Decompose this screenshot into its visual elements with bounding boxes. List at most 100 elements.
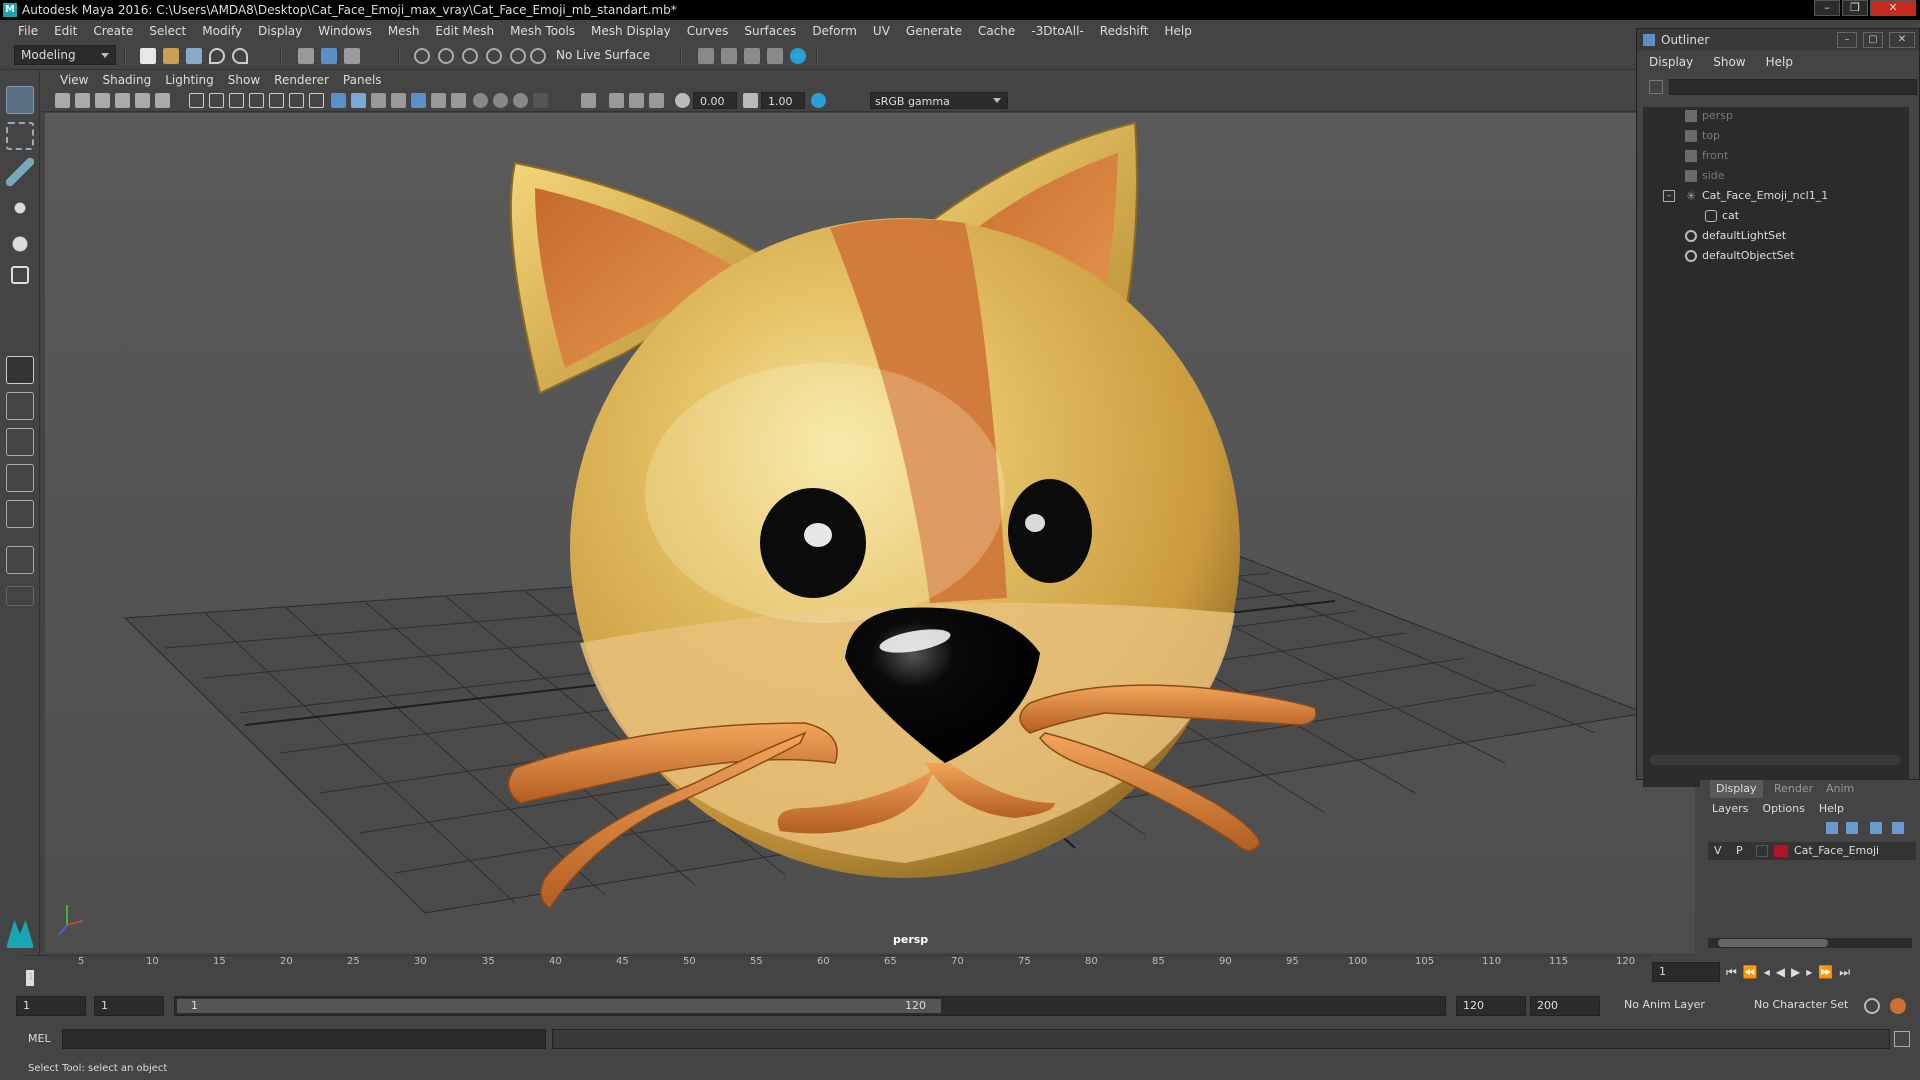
anim-layer-select[interactable]: No Anim Layer: [1618, 996, 1738, 1016]
layer-playback-toggle[interactable]: P: [1736, 842, 1743, 860]
four-view-layout-icon[interactable]: [6, 392, 34, 420]
wireframe-icon[interactable]: [331, 93, 346, 108]
wireframe-on-shaded-icon[interactable]: [391, 93, 406, 108]
outliner-close-button[interactable]: ✕: [1889, 32, 1915, 48]
step-back-key-icon[interactable]: ⏪: [1743, 965, 1758, 979]
outliner-menu-display[interactable]: Display: [1649, 55, 1713, 73]
textured-icon[interactable]: [411, 93, 426, 108]
use-default-material-icon[interactable]: [371, 93, 386, 108]
outliner-item-cat[interactable]: cat: [1705, 207, 1739, 225]
new-layer-icon[interactable]: [1870, 822, 1882, 834]
step-forward-frame-icon[interactable]: ▸: [1806, 965, 1812, 979]
new-scene-icon[interactable]: [140, 48, 156, 64]
menu-mesh[interactable]: Mesh: [380, 24, 428, 38]
hypershade-icon[interactable]: [790, 48, 806, 64]
maximize-button[interactable]: ❐: [1842, 0, 1868, 16]
menu-mesh-display[interactable]: Mesh Display: [583, 24, 679, 38]
outliner-persp-layout-icon[interactable]: [6, 546, 34, 574]
scale-tool-icon[interactable]: [11, 266, 29, 284]
play-forwards-icon[interactable]: ▶: [1791, 965, 1800, 979]
2d-pan-zoom-icon[interactable]: [135, 93, 150, 108]
move-tool-icon[interactable]: [6, 194, 34, 222]
snap-grid-icon[interactable]: [414, 48, 430, 64]
menu-select[interactable]: Select: [141, 24, 194, 38]
outliner-minimize-button[interactable]: –: [1837, 32, 1857, 48]
command-input[interactable]: [62, 1029, 546, 1049]
resolution-gate-icon[interactable]: [229, 93, 244, 108]
outliner-item-defaultlightset[interactable]: defaultLightSet: [1685, 227, 1786, 245]
panel-menu-panels[interactable]: Panels: [336, 73, 389, 87]
ipr-render-icon[interactable]: [744, 48, 760, 64]
outliner-item-top[interactable]: top: [1685, 127, 1720, 145]
rotate-tool-icon[interactable]: [6, 230, 34, 258]
outliner-item-group[interactable]: ✳ Cat_Face_Emoji_ncl1_1: [1685, 187, 1828, 205]
select-object-icon[interactable]: [321, 48, 337, 64]
perspective-viewport[interactable]: persp: [45, 113, 1695, 953]
single-perspective-layout-icon[interactable]: [6, 356, 34, 384]
outliner-menu-help[interactable]: Help: [1766, 55, 1813, 73]
film-gate-icon[interactable]: [209, 93, 224, 108]
use-all-lights-icon[interactable]: [431, 93, 446, 108]
motion-blur-icon[interactable]: [493, 93, 508, 108]
open-scene-icon[interactable]: [163, 48, 179, 64]
exposure-field[interactable]: 0.00: [693, 92, 737, 109]
layer-menu-options[interactable]: Options: [1762, 802, 1804, 815]
outliner-item-front[interactable]: front: [1685, 147, 1728, 165]
outliner-menu-show[interactable]: Show: [1713, 55, 1765, 73]
menu-edit-mesh[interactable]: Edit Mesh: [427, 24, 502, 38]
snap-point-icon[interactable]: [462, 48, 478, 64]
depth-of-field-icon[interactable]: [533, 93, 548, 108]
go-to-start-icon[interactable]: ⏮: [1726, 965, 1737, 980]
step-forward-key-icon[interactable]: ⏩: [1818, 965, 1833, 979]
image-plane-icon[interactable]: [115, 93, 130, 108]
current-frame-field[interactable]: 1: [1652, 962, 1720, 982]
field-chart-icon[interactable]: [269, 93, 284, 108]
menu-surfaces[interactable]: Surfaces: [736, 24, 804, 38]
menu-uv[interactable]: UV: [865, 24, 898, 38]
outliner-horizontal-scrollbar[interactable]: [1649, 755, 1901, 765]
outliner-item-side[interactable]: side: [1685, 167, 1725, 185]
render-view-icon[interactable]: [698, 48, 714, 64]
menu-mesh-tools[interactable]: Mesh Tools: [502, 24, 583, 38]
command-language-label[interactable]: MEL: [28, 1032, 51, 1045]
menu-curves[interactable]: Curves: [679, 24, 737, 38]
shadows-icon[interactable]: [451, 93, 466, 108]
gate-mask-icon[interactable]: [249, 93, 264, 108]
gamma-icon[interactable]: [743, 93, 758, 108]
tab-render[interactable]: Render: [1768, 780, 1819, 798]
close-button[interactable]: ✕: [1870, 0, 1916, 16]
snap-view-plane-icon[interactable]: [486, 48, 502, 64]
select-tool-icon[interactable]: [6, 86, 34, 114]
collapse-toggle[interactable]: –: [1663, 190, 1675, 202]
animation-end-field[interactable]: 200: [1530, 996, 1600, 1016]
animation-preferences-icon[interactable]: [1890, 998, 1906, 1014]
view-transform-select[interactable]: sRGB gamma: [870, 92, 1008, 109]
menu-deform[interactable]: Deform: [804, 24, 865, 38]
camera-attributes-icon[interactable]: [75, 93, 90, 108]
range-slider-track[interactable]: 1 120: [174, 996, 1446, 1016]
xray-active-components-icon[interactable]: [629, 93, 644, 108]
menu-generate[interactable]: Generate: [898, 24, 970, 38]
character-set-select[interactable]: No Character Set: [1748, 996, 1868, 1016]
outliner-maximize-button[interactable]: ▢: [1863, 32, 1883, 48]
live-surface-field[interactable]: No Live Surface: [550, 45, 660, 65]
layer-scrollbar[interactable]: [1708, 938, 1912, 948]
select-camera-icon[interactable]: [55, 93, 70, 108]
menu-3dtoall[interactable]: -3DtoAll-: [1023, 24, 1091, 38]
exposure-icon[interactable]: [675, 93, 690, 108]
layer-visibility-toggle[interactable]: V: [1714, 842, 1722, 860]
bookmark-icon[interactable]: [95, 93, 110, 108]
animation-start-field[interactable]: 1: [16, 996, 86, 1016]
persp-hypershade-layout-icon[interactable]: [6, 500, 34, 528]
smooth-shade-icon[interactable]: [351, 93, 366, 108]
xray-icon[interactable]: [609, 93, 624, 108]
save-scene-icon[interactable]: [186, 48, 202, 64]
menu-help[interactable]: Help: [1156, 24, 1199, 38]
move-layer-down-icon[interactable]: [1846, 822, 1858, 834]
play-backwards-icon[interactable]: ◀: [1776, 965, 1785, 979]
toolbox-options-button[interactable]: [6, 586, 34, 606]
outliner-search-field[interactable]: [1669, 79, 1917, 95]
xray-joints-icon[interactable]: [649, 93, 664, 108]
panel-menu-renderer[interactable]: Renderer: [267, 73, 336, 87]
menu-set-selector[interactable]: Modeling: [14, 45, 116, 65]
